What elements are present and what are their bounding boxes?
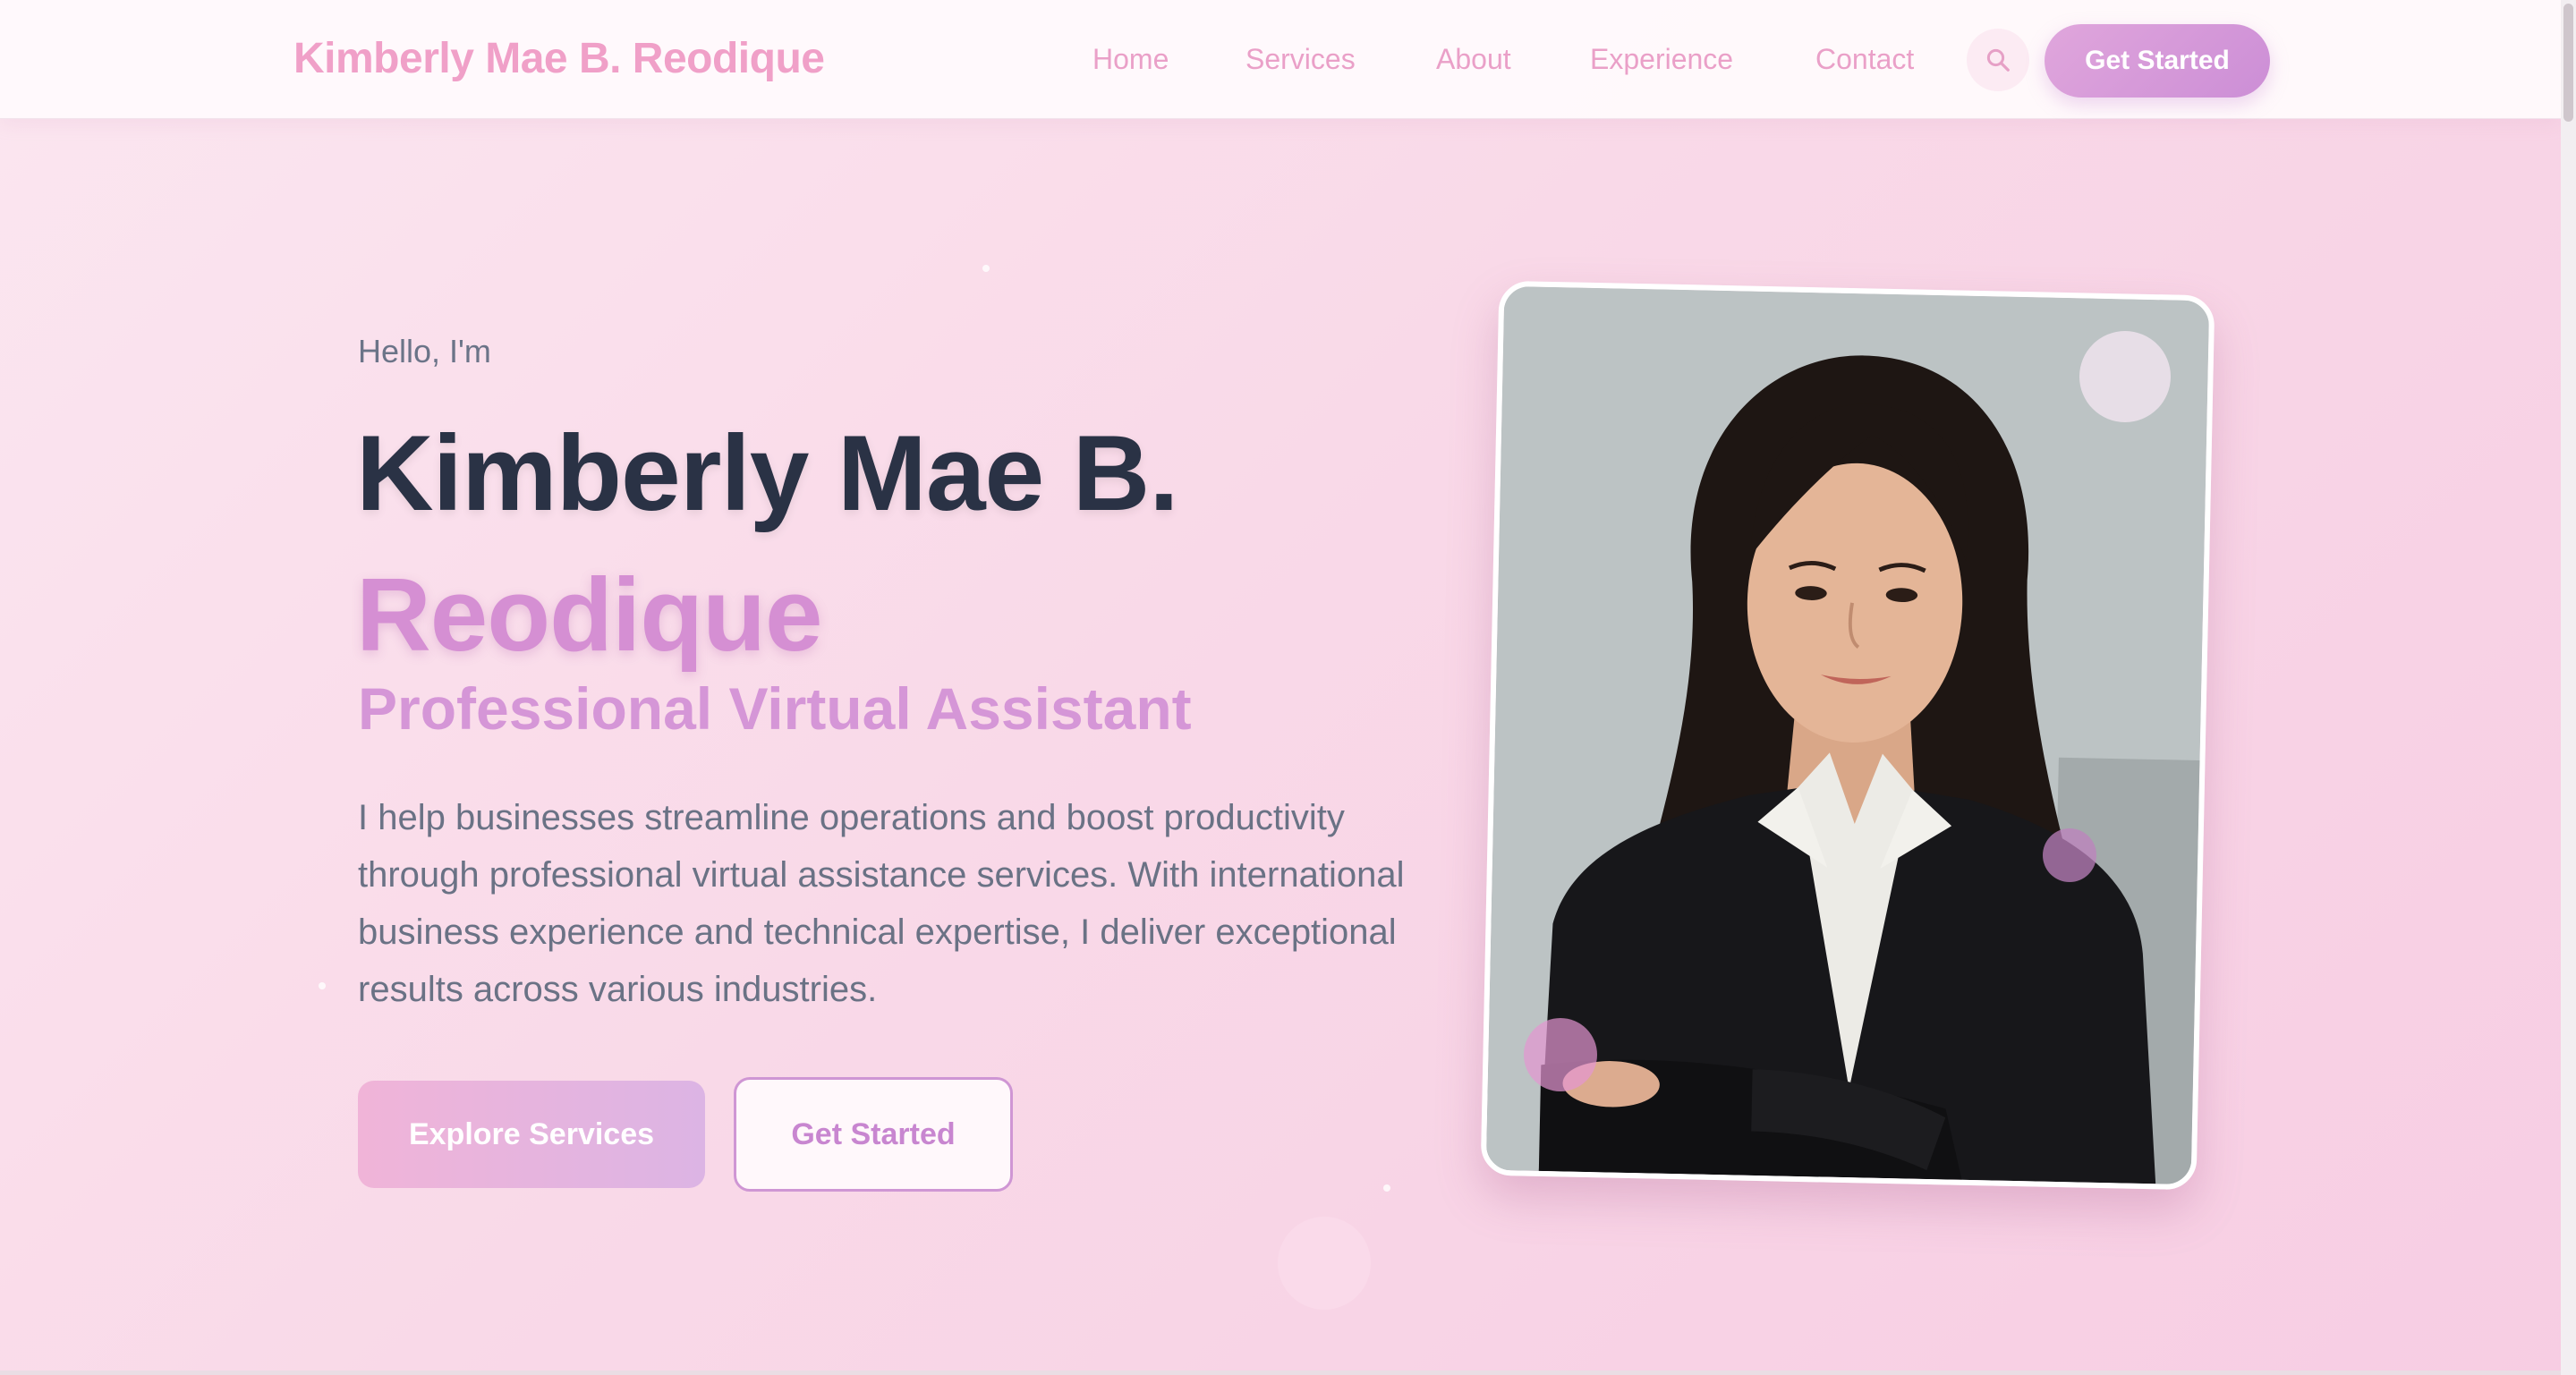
hero-greeting: Hello, I'm [358,333,491,369]
brand-logo[interactable]: Kimberly Mae B. Reodique [293,34,825,83]
search-icon [1986,48,2010,72]
decorative-circle [2043,828,2096,882]
get-started-hero-button[interactable]: Get Started [734,1077,1013,1192]
get-started-nav-button[interactable]: Get Started [2045,24,2270,98]
nav-link-about[interactable]: About [1436,43,1511,76]
hero-name-last: Reodique [356,556,822,673]
hero-role-title: Professional Virtual Assistant [358,675,1192,742]
decorative-circle [1278,1217,1371,1310]
nav-link-experience[interactable]: Experience [1590,43,1733,76]
vertical-scrollbar[interactable] [2561,0,2576,1375]
scrollbar-thumb[interactable] [2563,4,2573,122]
decorative-circle [1524,1018,1597,1091]
hero-name-first: Kimberly Mae B. [356,413,1179,533]
explore-services-button[interactable]: Explore Services [358,1081,705,1188]
page-bottom-border [0,1371,2561,1375]
nav-link-services[interactable]: Services [1245,43,1356,76]
sparkle-dot [982,265,990,272]
nav-link-home[interactable]: Home [1092,43,1169,76]
sparkle-dot [319,982,326,989]
decorative-circle [2079,331,2171,422]
top-navbar: Kimberly Mae B. Reodique Home Services A… [0,0,2561,119]
sparkle-dot [1383,1184,1390,1192]
nav-link-contact[interactable]: Contact [1815,43,1914,76]
search-button[interactable] [1967,29,2029,91]
hero-intro-paragraph: I help businesses streamline operations … [358,798,1405,1009]
